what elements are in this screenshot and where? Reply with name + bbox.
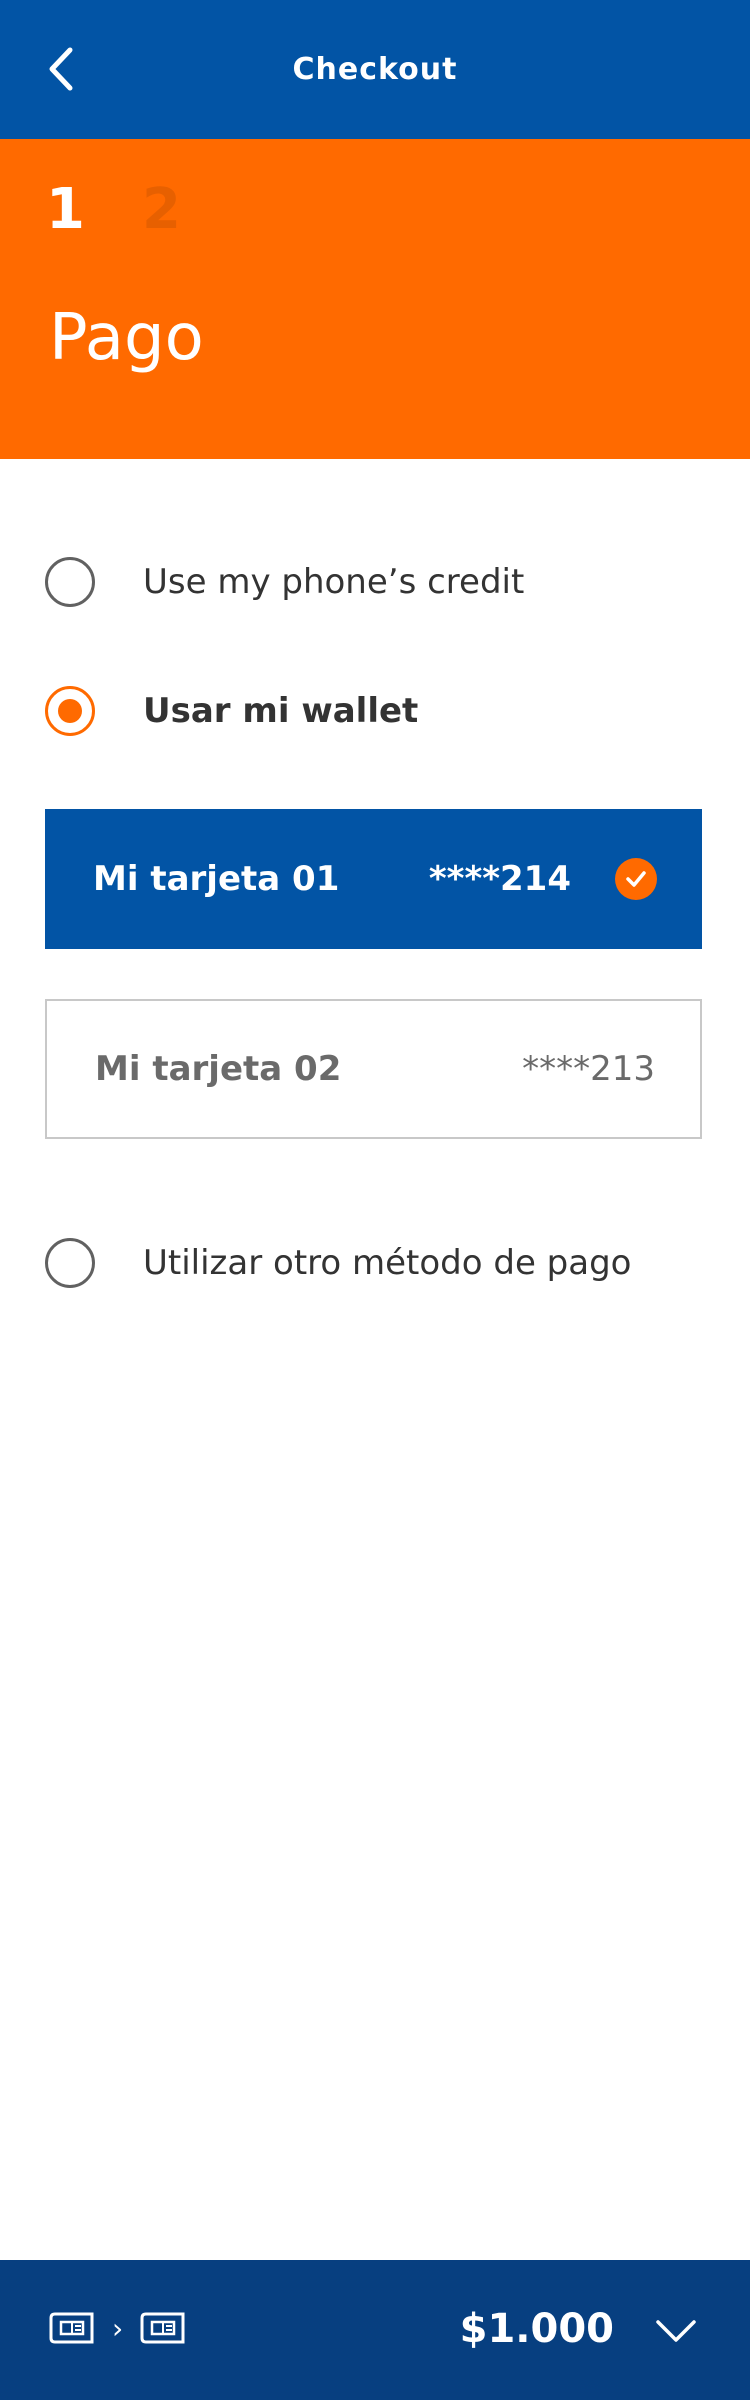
card-number: ****213 xyxy=(522,1049,655,1089)
expand-summary-button[interactable] xyxy=(654,2316,698,2346)
option-phone-credit-label: Use my phone’s credit xyxy=(143,562,525,602)
option-wallet[interactable]: Usar mi wallet xyxy=(45,686,418,736)
option-wallet-label: Usar mi wallet xyxy=(143,691,419,731)
card-icon xyxy=(49,2312,94,2344)
step-1-indicator[interactable]: 1 xyxy=(46,177,85,242)
chevron-left-icon xyxy=(49,47,73,91)
card-name: Mi tarjeta 01 xyxy=(93,859,340,899)
page-title: Checkout xyxy=(292,52,458,87)
option-phone-credit[interactable]: Use my phone’s credit xyxy=(45,557,524,607)
card-name: Mi tarjeta 02 xyxy=(95,1049,342,1089)
option-other-method[interactable]: Utilizar otro método de pago xyxy=(45,1238,631,1288)
top-app-bar: Checkout xyxy=(0,0,750,139)
step-section: 1 2 Pago xyxy=(0,139,750,459)
back-button[interactable] xyxy=(42,44,82,94)
radio-wallet[interactable] xyxy=(45,686,95,736)
step-2-indicator[interactable]: 2 xyxy=(142,177,181,242)
card-number: ****214 xyxy=(428,859,571,899)
chevron-down-icon xyxy=(656,2320,696,2342)
bottom-summary-bar: › $1.000 xyxy=(0,2260,750,2400)
check-icon xyxy=(615,858,657,900)
total-amount: $1.000 xyxy=(459,2306,614,2352)
radio-phone-credit[interactable] xyxy=(45,557,95,607)
wallet-card-01[interactable]: Mi tarjeta 01 ****214 xyxy=(45,809,702,949)
card-icon xyxy=(140,2312,185,2344)
section-title: Pago xyxy=(49,301,204,375)
radio-other-method[interactable] xyxy=(45,1238,95,1288)
chevron-right-icon: › xyxy=(112,2311,124,2345)
wallet-card-02[interactable]: Mi tarjeta 02 ****213 xyxy=(45,999,702,1139)
option-other-method-label: Utilizar otro método de pago xyxy=(143,1243,632,1283)
payment-flow-indicator: › xyxy=(48,2310,187,2346)
